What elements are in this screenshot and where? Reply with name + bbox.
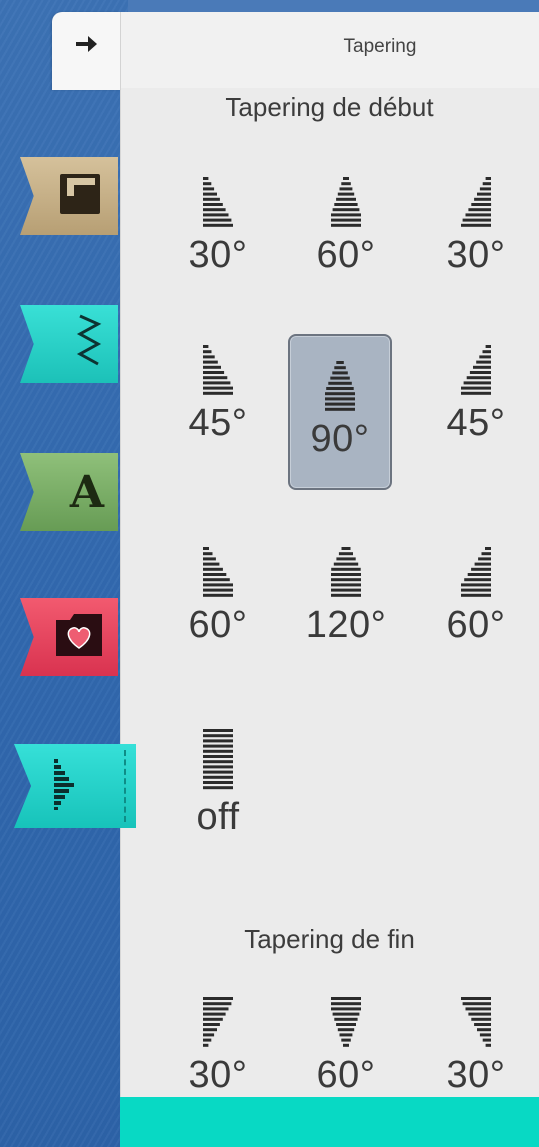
taper-option-label: 45° xyxy=(188,402,248,444)
taper-option-label: 60° xyxy=(316,1054,376,1096)
taper-start-option-2[interactable]: 30° xyxy=(424,176,528,332)
taper-right-45-icon xyxy=(459,344,493,398)
start-section-title: Tapering de début xyxy=(225,92,434,122)
stitch-zigzag-icon xyxy=(74,314,104,375)
page-title: Tapering xyxy=(343,36,417,57)
taper-end-option-1[interactable]: 60° xyxy=(294,996,398,1096)
end-section-title: Tapering de fin xyxy=(244,924,415,954)
taper-right-30-icon xyxy=(459,176,493,230)
taper-option-label: 30° xyxy=(188,1054,248,1096)
taper-option-label: 45° xyxy=(446,402,506,444)
tab-pattern-folder[interactable] xyxy=(20,157,118,235)
taper-end-center-60-icon xyxy=(329,996,363,1050)
taper-start-option-4[interactable]: 90° xyxy=(288,334,392,490)
taper-start-option-5[interactable]: 45° xyxy=(424,344,528,500)
taper-left-30-icon xyxy=(201,176,235,230)
taper-left-45-icon xyxy=(201,344,235,398)
bottom-action-bar xyxy=(120,1097,539,1147)
taper-left-60-icon xyxy=(201,546,235,600)
taper-right-60-icon xyxy=(459,546,493,600)
taper-option-label: 60° xyxy=(316,234,376,276)
pattern-folder-icon xyxy=(56,170,104,223)
tab-divider xyxy=(124,750,126,822)
taper-option-label: 60° xyxy=(188,604,248,646)
taper-start-option-7[interactable]: 120° xyxy=(294,546,398,702)
taper-start-option-9[interactable]: off xyxy=(166,728,270,884)
taper-off-icon xyxy=(201,728,235,792)
tab-fonts[interactable]: A xyxy=(20,453,118,531)
taper-end-option-0[interactable]: 30° xyxy=(166,996,270,1096)
heart-folder-icon xyxy=(54,612,104,663)
tab-tapering[interactable] xyxy=(14,744,136,828)
tab-personal-folder[interactable] xyxy=(20,598,118,676)
taper-option-label: off xyxy=(196,796,240,839)
taper-start-option-6[interactable]: 60° xyxy=(166,546,270,702)
taper-option-label: 120° xyxy=(305,604,387,646)
taper-start-option-0[interactable]: 30° xyxy=(166,176,270,332)
tapering-icon xyxy=(52,757,78,816)
taper-option-label: 90° xyxy=(310,418,370,460)
taper-center-120-icon xyxy=(329,546,363,600)
taper-option-label: 30° xyxy=(446,1054,506,1096)
taper-option-label: 30° xyxy=(188,234,248,276)
arrow-right-icon xyxy=(74,12,98,59)
taper-end-right-30-icon xyxy=(459,996,493,1050)
font-A-icon: A xyxy=(69,466,104,518)
taper-end-left-30-icon xyxy=(201,996,235,1050)
taper-start-option-3[interactable]: 45° xyxy=(166,344,270,500)
tab-stitches[interactable] xyxy=(20,305,118,383)
back-button[interactable] xyxy=(52,12,120,90)
taper-start-option-1[interactable]: 60° xyxy=(294,176,398,332)
taper-option-label: 60° xyxy=(446,604,506,646)
taper-start-option-8[interactable]: 60° xyxy=(424,546,528,702)
taper-center-90-icon xyxy=(323,360,357,414)
taper-option-label: 30° xyxy=(446,234,506,276)
taper-center-60-icon xyxy=(329,176,363,230)
taper-end-option-2[interactable]: 30° xyxy=(424,996,528,1096)
